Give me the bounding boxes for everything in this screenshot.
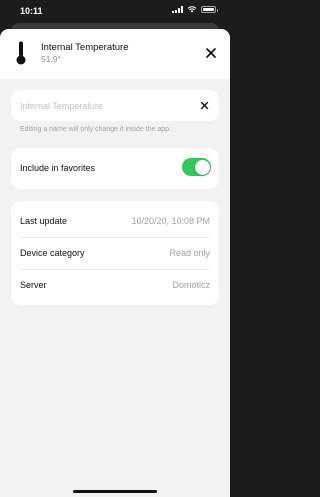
battery-icon [201, 6, 218, 13]
thermometer-icon [16, 41, 26, 65]
info-row-last-update: Last update 10/20/20, 10:08 PM [20, 205, 210, 237]
name-field-card [11, 90, 219, 121]
toggle-knob [194, 159, 210, 175]
server-label: Server [20, 280, 47, 290]
last-update-value: 10/20/20, 10:08 PM [131, 216, 210, 226]
device-sheet: Internal Temperature 51.9° Editing a nam… [0, 29, 230, 497]
name-input[interactable] [20, 90, 190, 121]
favorites-toggle[interactable] [182, 158, 211, 176]
info-row-server: Server Domoticz [20, 269, 210, 301]
status-bar: 10:11 [0, 0, 230, 22]
device-category-label: Device category [20, 248, 85, 258]
name-hint: Editing a name will only change it insid… [20, 126, 171, 133]
signal-icon [172, 6, 183, 13]
device-value: 51.9° [41, 54, 61, 64]
info-row-device-category: Device category Read only [20, 237, 210, 269]
server-value: Domoticz [172, 280, 210, 290]
device-category-value: Read only [169, 248, 210, 258]
close-icon[interactable] [204, 46, 218, 60]
wifi-icon [187, 6, 197, 13]
status-icons [172, 6, 218, 13]
clear-icon[interactable] [200, 101, 209, 110]
sheet-header: Internal Temperature 51.9° [0, 29, 230, 79]
status-time: 10:11 [20, 6, 43, 16]
favorites-label: Include in favorites [20, 163, 96, 173]
last-update-label: Last update [20, 216, 68, 226]
favorites-card: Include in favorites [11, 148, 219, 189]
home-indicator [73, 490, 157, 493]
info-card: Last update 10/20/20, 10:08 PM Device ca… [11, 201, 219, 305]
device-title: Internal Temperature [41, 42, 129, 53]
battery-level [203, 8, 214, 11]
